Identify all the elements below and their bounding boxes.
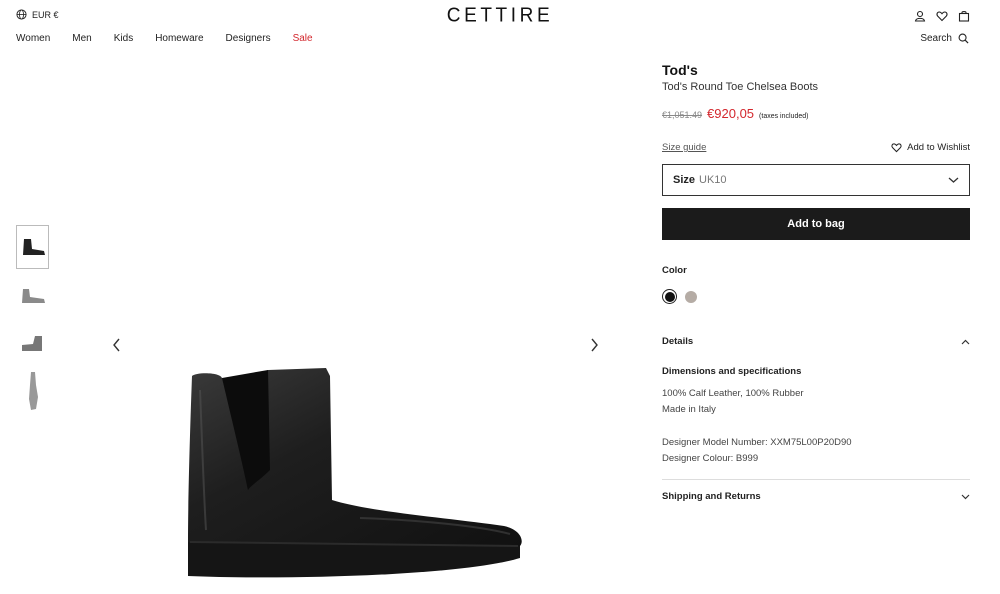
- tax-note: (taxes included): [759, 113, 809, 120]
- thumbnail-list: [16, 225, 49, 417]
- thumbnail-3[interactable]: [16, 321, 49, 365]
- chevron-up-icon: [961, 339, 970, 344]
- designer-info: Designer Model Number: XXM75L00P20D90 De…: [662, 435, 970, 467]
- next-image-arrow[interactable]: [587, 337, 601, 353]
- size-select[interactable]: Size UK10: [662, 164, 970, 196]
- sale-price: €920,05: [707, 106, 755, 121]
- previous-image-arrow[interactable]: [110, 337, 124, 353]
- nav-designers[interactable]: Designers: [226, 33, 271, 44]
- search-label: Search: [920, 33, 952, 44]
- add-to-bag-button[interactable]: Add to bag: [662, 208, 970, 240]
- chevron-down-icon: [948, 177, 959, 183]
- color-label: Color: [662, 265, 687, 276]
- top-bar: EUR € CETTIRE: [0, 0, 1000, 30]
- shipping-accordion-header[interactable]: Shipping and Returns: [662, 491, 970, 502]
- search-icon: [958, 33, 969, 44]
- wishlist-label: Add to Wishlist: [907, 142, 970, 153]
- thumbnail-2[interactable]: [16, 273, 49, 317]
- chevron-down-icon: [961, 494, 970, 499]
- thumbnail-1[interactable]: [16, 225, 49, 269]
- account-icon[interactable]: [914, 9, 926, 22]
- product-brand[interactable]: Tod's: [662, 62, 970, 78]
- dimensions-title: Dimensions and specifications: [662, 366, 802, 377]
- model-number-line: Designer Model Number: XXM75L00P20D90: [662, 437, 852, 448]
- bag-icon[interactable]: [958, 9, 970, 22]
- designer-colour-line: Designer Colour: B999: [662, 453, 759, 464]
- chevron-left-icon: [113, 338, 120, 352]
- wishlist-icon[interactable]: [936, 9, 948, 22]
- shipping-title: Shipping and Returns: [662, 491, 761, 502]
- thumbnail-4[interactable]: [16, 369, 49, 413]
- add-to-wishlist-button[interactable]: Add to Wishlist: [891, 142, 970, 153]
- site-logo[interactable]: CETTIRE: [0, 4, 1000, 27]
- size-value: UK10: [699, 174, 727, 186]
- main-product-image: [160, 350, 540, 590]
- nav-sale[interactable]: Sale: [293, 33, 313, 44]
- nav-homeware[interactable]: Homeware: [155, 33, 203, 44]
- material-line: 100% Calf Leather, 100% Rubber: [662, 388, 804, 399]
- account-icons: [914, 9, 970, 22]
- color-swatch-black[interactable]: [662, 289, 677, 304]
- details-title: Details: [662, 336, 694, 347]
- main-nav: Women Men Kids Homeware Designers Sale: [16, 33, 335, 44]
- divider: [662, 479, 970, 480]
- size-guide-row: Size guide Add to Wishlist: [662, 142, 970, 153]
- original-price: €1,051.49: [662, 110, 703, 120]
- nav-men[interactable]: Men: [72, 33, 91, 44]
- heart-icon: [891, 143, 902, 153]
- details-accordion-header[interactable]: Details: [662, 336, 970, 347]
- color-swatches: [662, 289, 970, 304]
- color-swatch-grey[interactable]: [685, 290, 697, 303]
- nav-kids[interactable]: Kids: [114, 33, 133, 44]
- search-button[interactable]: Search: [920, 33, 969, 44]
- price-row: €1,051.49 €920,05 (taxes included): [662, 106, 970, 121]
- size-guide-link[interactable]: Size guide: [662, 142, 706, 153]
- product-name: Tod's Round Toe Chelsea Boots: [662, 81, 818, 93]
- origin-line: Made in Italy: [662, 404, 716, 415]
- nav-women[interactable]: Women: [16, 33, 50, 44]
- product-panel: Tod's Tod's Round Toe Chelsea Boots €1,0…: [662, 60, 970, 502]
- material-info: 100% Calf Leather, 100% Rubber Made in I…: [662, 386, 970, 418]
- size-label: Size: [673, 174, 696, 186]
- chevron-right-icon: [591, 338, 598, 352]
